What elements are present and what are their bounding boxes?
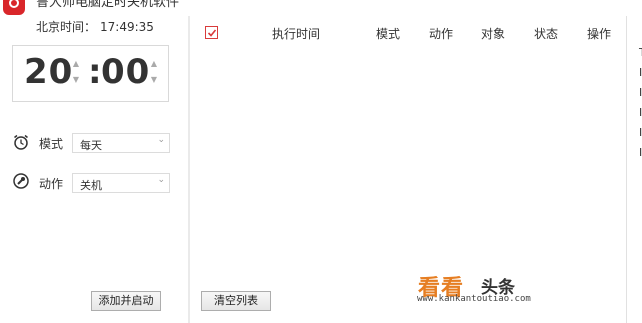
- watermark-url: www.kankantoutiao.com: [417, 294, 531, 304]
- right-edge-panel: T I I I I I: [626, 16, 642, 323]
- hour-field[interactable]: 20: [24, 52, 73, 92]
- beijing-time: 北京时间： 17:49:35: [36, 18, 158, 35]
- minute-up-arrow-icon[interactable]: ▲: [149, 57, 159, 71]
- column-header-target: 对象: [481, 27, 506, 41]
- minute-down-arrow-icon[interactable]: ▼: [149, 73, 159, 87]
- column-header-status: 状态: [534, 27, 559, 41]
- select-all-checkbox[interactable]: [205, 26, 218, 39]
- alarm-clock-icon: [14, 134, 28, 150]
- column-header-action: 动作: [429, 27, 454, 41]
- mode-select-value: 每天: [80, 139, 102, 152]
- title-bar: 鲁大师电脑定时关机软件 —: [0, 0, 642, 16]
- minute-field[interactable]: 00: [101, 52, 150, 92]
- hour-up-arrow-icon[interactable]: ▲: [71, 57, 81, 71]
- mode-select[interactable]: 每天 ⌄: [72, 133, 170, 153]
- checkmark-icon: [207, 29, 217, 37]
- chevron-down-icon: ⌄: [157, 175, 165, 185]
- hour-down-arrow-icon[interactable]: ▼: [71, 73, 81, 87]
- column-header-exec-time: 执行时间: [272, 27, 321, 41]
- mode-label: 模式: [39, 137, 64, 151]
- action-select[interactable]: 关机 ⌄: [72, 173, 170, 193]
- wrench-icon: [13, 173, 29, 189]
- add-and-start-button[interactable]: 添加并启动: [91, 291, 161, 311]
- minimize-button[interactable]: —: [512, 0, 526, 10]
- window-title: 鲁大师电脑定时关机软件: [36, 0, 180, 10]
- panel-divider: [188, 16, 190, 323]
- app-logo-icon: [3, 0, 25, 15]
- chevron-down-icon: ⌄: [157, 135, 165, 145]
- clear-list-button[interactable]: 清空列表: [201, 291, 271, 311]
- column-header-operation: 操作: [587, 27, 612, 41]
- action-label: 动作: [39, 177, 64, 191]
- task-table-header: [190, 16, 642, 50]
- beijing-time-value: 17:49:35: [100, 20, 154, 34]
- time-separator: :: [88, 52, 102, 92]
- time-picker: 20 ▲ ▼ : 00 ▲ ▼: [12, 45, 169, 102]
- beijing-time-label: 北京时间：: [36, 20, 97, 34]
- action-select-value: 关机: [80, 179, 102, 192]
- column-header-mode: 模式: [376, 27, 401, 41]
